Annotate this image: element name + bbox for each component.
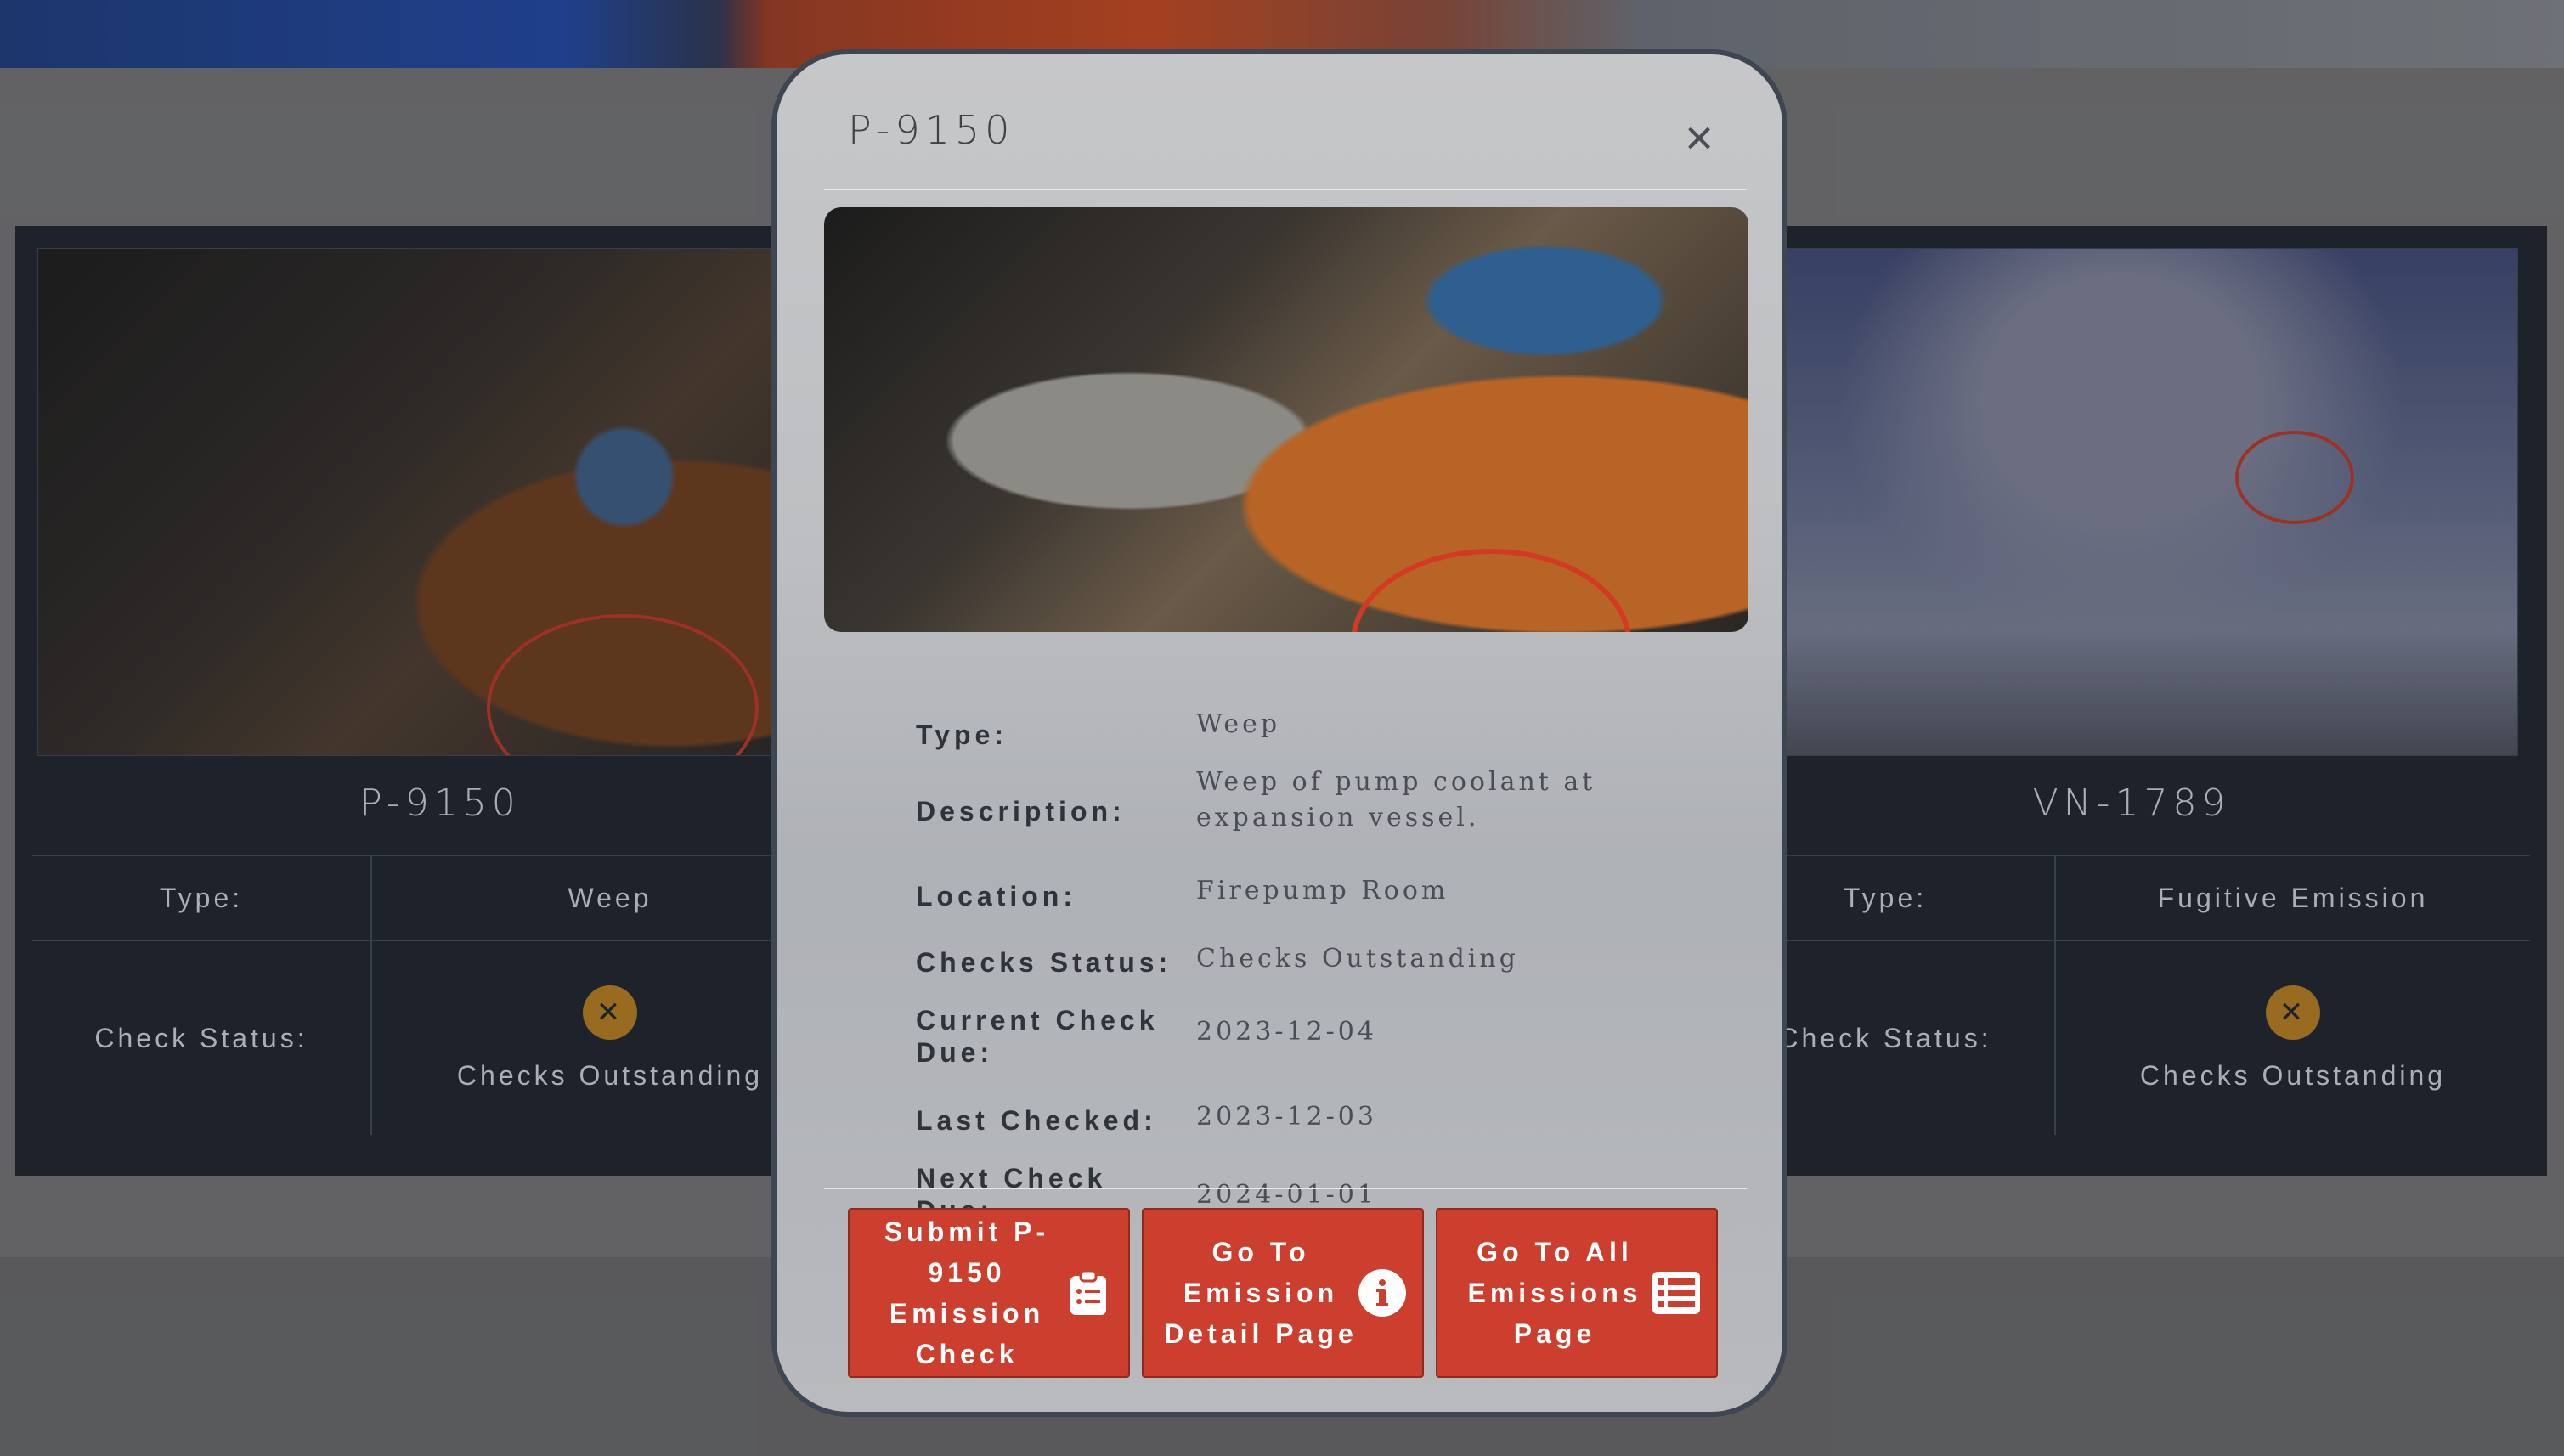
list-icon <box>1652 1268 1701 1318</box>
close-icon[interactable]: × <box>1672 110 1726 166</box>
detail-value: Checks Outstanding <box>1196 944 1519 973</box>
emission-modal: P-9150 × Type: Weep Description: Weep of… <box>771 49 1787 1417</box>
header-divider <box>824 189 1747 190</box>
submit-emission-check-button[interactable]: Submit P-9150 Emission Check <box>848 1208 1130 1378</box>
detail-label: Description: <box>916 796 1126 827</box>
modal-title: P-9150 <box>848 107 1015 153</box>
button-label: Submit P-9150 Emission Check <box>884 1216 1050 1369</box>
detail-value: 2023-12-04 <box>1196 1017 1377 1047</box>
detail-label: Last Checked: <box>916 1105 1157 1136</box>
all-emissions-page-button[interactable]: Go To All Emissions Page <box>1436 1208 1718 1378</box>
detail-label: Type: <box>916 720 1008 750</box>
modal-actions: Submit P-9150 Emission Check Go To Emiss… <box>848 1208 1718 1378</box>
detail-value: Weep of pump coolant at expansion vessel… <box>1196 767 1596 832</box>
clipboard-list-icon <box>1064 1268 1113 1318</box>
leak-marker-circle <box>1351 549 1631 632</box>
info-circle-icon <box>1358 1268 1407 1318</box>
emission-photo <box>824 207 1748 632</box>
button-label: Go To Emission Detail Page <box>1164 1237 1358 1349</box>
detail-value: Weep <box>1196 709 1281 739</box>
detail-label: Current Check Due: <box>916 1005 1159 1068</box>
emission-detail-page-button[interactable]: Go To Emission Detail Page <box>1142 1208 1424 1378</box>
detail-label: Location: <box>916 881 1076 911</box>
detail-value: 2023-12-03 <box>1196 1102 1377 1132</box>
footer-divider <box>824 1188 1747 1189</box>
button-label: Go To All Emissions Page <box>1467 1237 1642 1349</box>
detail-value: Firepump Room <box>1196 876 1449 906</box>
detail-label: Checks Status: <box>916 947 1172 978</box>
